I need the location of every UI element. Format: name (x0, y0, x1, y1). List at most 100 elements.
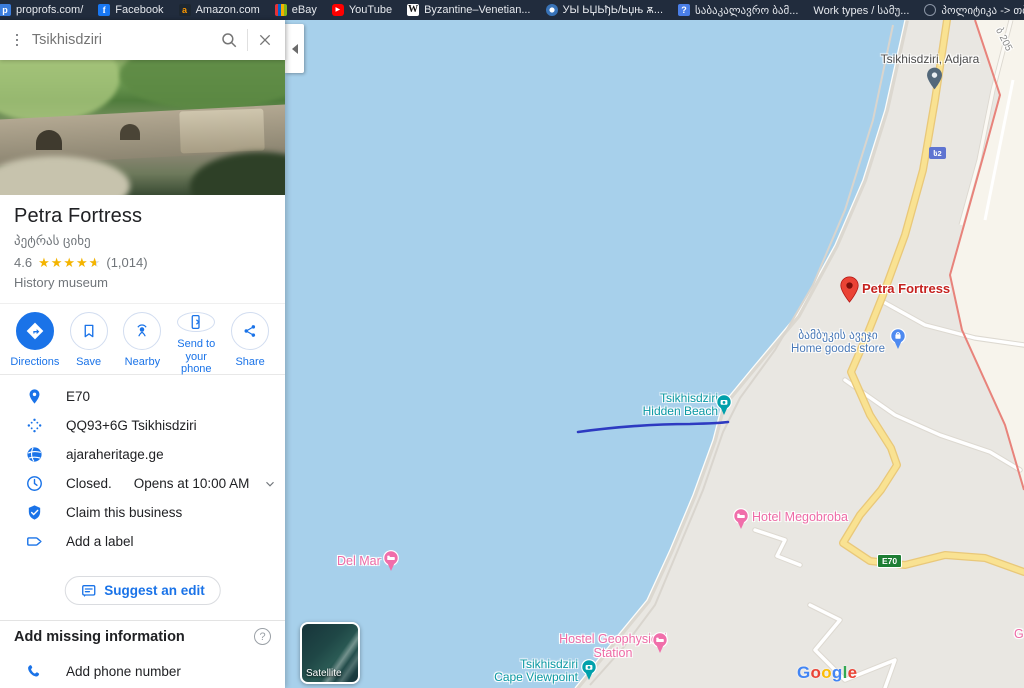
road-shield-s2: ს2 (929, 147, 946, 159)
rating-value: 4.6 (14, 255, 33, 270)
collapse-panel-button[interactable] (285, 24, 304, 73)
share-button[interactable]: Share (223, 312, 277, 374)
plus-code-row[interactable]: QQ93+6G Tsikhisdziri (0, 411, 285, 440)
shopping-marker-icon[interactable] (890, 328, 906, 350)
map-label-petra-fortress[interactable]: Petra Fortress (862, 281, 950, 297)
attraction-marker-icon[interactable] (581, 659, 597, 681)
nearby-icon (123, 312, 162, 350)
bookmark-bachelor[interactable]: საბაკალავრო ბამ... (678, 4, 798, 17)
wikipedia-favicon-icon (407, 4, 420, 16)
browser-window: proprofs.com/ Facebook Amazon.com eBay Y… (0, 0, 1024, 688)
photo-foliage (0, 60, 120, 122)
lodging-marker-icon[interactable] (383, 550, 399, 572)
review-count: (1,014) (106, 255, 148, 270)
google-watermark: Google (797, 663, 858, 682)
menu-icon[interactable] (16, 34, 18, 46)
map-base-layer (285, 20, 1024, 688)
send-to-phone-button[interactable]: Send to your phone (169, 312, 223, 375)
feedback-icon (81, 584, 95, 597)
amazon-favicon-icon (178, 4, 191, 16)
add-phone-item[interactable]: Add phone number (0, 657, 285, 686)
phone-icon (24, 662, 44, 682)
search-box (0, 20, 285, 60)
section-divider (0, 620, 285, 621)
map-label-del-mar[interactable]: Del Mar (337, 554, 381, 568)
hours-row[interactable]: Closed. Opens at 10:00 AM (0, 469, 285, 498)
place-header: Petra Fortress პეტრას ციხე 4.6 (1,014) H… (0, 195, 285, 290)
question-favicon-icon (678, 4, 691, 16)
place-category[interactable]: History museum (14, 275, 271, 290)
hours-status: Closed. (66, 476, 112, 491)
bookmark-icon (69, 312, 108, 350)
share-icon (231, 312, 270, 350)
map-label-hotel-megobroba[interactable]: Hotel Megobroba (752, 510, 848, 524)
map-label-home-goods-en[interactable]: Home goods store (778, 343, 898, 356)
bookmark-ebay[interactable]: eBay (274, 4, 317, 16)
photo-arch (36, 130, 62, 150)
suggest-edit-button[interactable]: Suggest an edit (64, 576, 221, 605)
lodging-marker-icon[interactable] (733, 508, 749, 530)
photo-arch (120, 124, 140, 140)
map-label-partial: G (1014, 627, 1024, 641)
hours-detail: Opens at 10:00 AM (133, 476, 250, 491)
attraction-marker-icon[interactable] (716, 394, 732, 416)
plus-code-icon (24, 416, 44, 436)
bookmark-proprofs[interactable]: proprofs.com/ (0, 4, 83, 16)
rating-row[interactable]: 4.6 (1,014) (14, 255, 271, 270)
map-label-viewpoint-2[interactable]: Cape Viewpoint (478, 670, 578, 685)
bookmark-wikipedia[interactable]: Byzantine–Venetian... (407, 4, 531, 16)
clock-icon (24, 474, 44, 494)
bookmark-politics[interactable]: პოლიტიკა -> თბ... (924, 4, 1024, 17)
add-phone-row: Add phone number (0, 657, 285, 686)
place-info-list: E70 QQ93+6G Tsikhisdziri ajaraheritage.g… (0, 382, 285, 556)
help-icon[interactable]: ? (254, 628, 271, 645)
globe-icon (24, 445, 44, 465)
ebay-favicon-icon (274, 4, 287, 16)
bookmark-globe-site[interactable]: УЫ ЬЏЬђЬ/Ьџњ ѫ... (545, 4, 663, 16)
close-icon[interactable] (255, 30, 275, 50)
place-details-panel: Petra Fortress პეტრას ციხე 4.6 (1,014) H… (0, 20, 285, 688)
satellite-layer-toggle[interactable]: Satellite (300, 622, 360, 684)
chevron-down-icon[interactable] (263, 477, 277, 491)
bookmark-work-types[interactable]: Work types / სამუ... (813, 4, 909, 17)
gray-pin-icon[interactable] (926, 67, 943, 90)
label-tag-icon (24, 532, 44, 552)
proprofs-favicon-icon (0, 4, 11, 16)
photo-foliage (190, 152, 285, 195)
claim-business-row[interactable]: Claim this business (0, 498, 285, 527)
save-button[interactable]: Save (62, 312, 116, 374)
road-shield-e70: E70 (877, 554, 902, 568)
ring-favicon-icon (924, 4, 937, 16)
website-row[interactable]: ajaraheritage.ge (0, 440, 285, 469)
shield-check-icon (24, 503, 44, 523)
photo-foliage (120, 60, 285, 110)
map-label-region[interactable]: Tsikhisdziri, Adjara (860, 52, 1000, 67)
facebook-favicon-icon (98, 4, 111, 16)
bookmark-youtube[interactable]: YouTube (331, 4, 392, 16)
action-buttons-row: Directions Save Nearby Send to your phon… (0, 303, 285, 375)
place-native-name: პეტრას ციხე (14, 233, 91, 248)
place-photo[interactable] (0, 60, 285, 195)
bookmarks-bar: proprofs.com/ Facebook Amazon.com eBay Y… (0, 0, 1024, 20)
youtube-favicon-icon (331, 4, 344, 16)
photo-path (0, 156, 130, 195)
address-row[interactable]: E70 (0, 382, 285, 411)
search-input[interactable] (31, 32, 219, 48)
phone-send-icon (177, 312, 216, 332)
bookmark-facebook[interactable]: Facebook (98, 4, 164, 16)
chevron-left-icon (291, 43, 298, 54)
lodging-marker-icon[interactable] (652, 632, 668, 654)
satellite-label: Satellite (306, 668, 342, 679)
map-label-hidden-beach-2[interactable]: Hidden Beach (618, 404, 718, 419)
directions-button[interactable]: Directions (8, 312, 62, 374)
petra-fortress-marker-icon[interactable] (840, 276, 859, 303)
bookmark-amazon[interactable]: Amazon.com (178, 4, 260, 16)
directions-icon (15, 312, 54, 350)
map-canvas[interactable]: Tsikhisdziri, Adjara ბ 205 ს2 Petra Fort… (285, 20, 1024, 688)
search-icon[interactable] (219, 30, 239, 50)
missing-info-header: Add missing information (14, 629, 185, 645)
nearby-button[interactable]: Nearby (116, 312, 170, 374)
add-label-row[interactable]: Add a label (0, 527, 285, 556)
map-label-home-goods-ka[interactable]: ბამბუკის ავეჯი (778, 330, 898, 343)
location-pin-icon (24, 387, 44, 407)
